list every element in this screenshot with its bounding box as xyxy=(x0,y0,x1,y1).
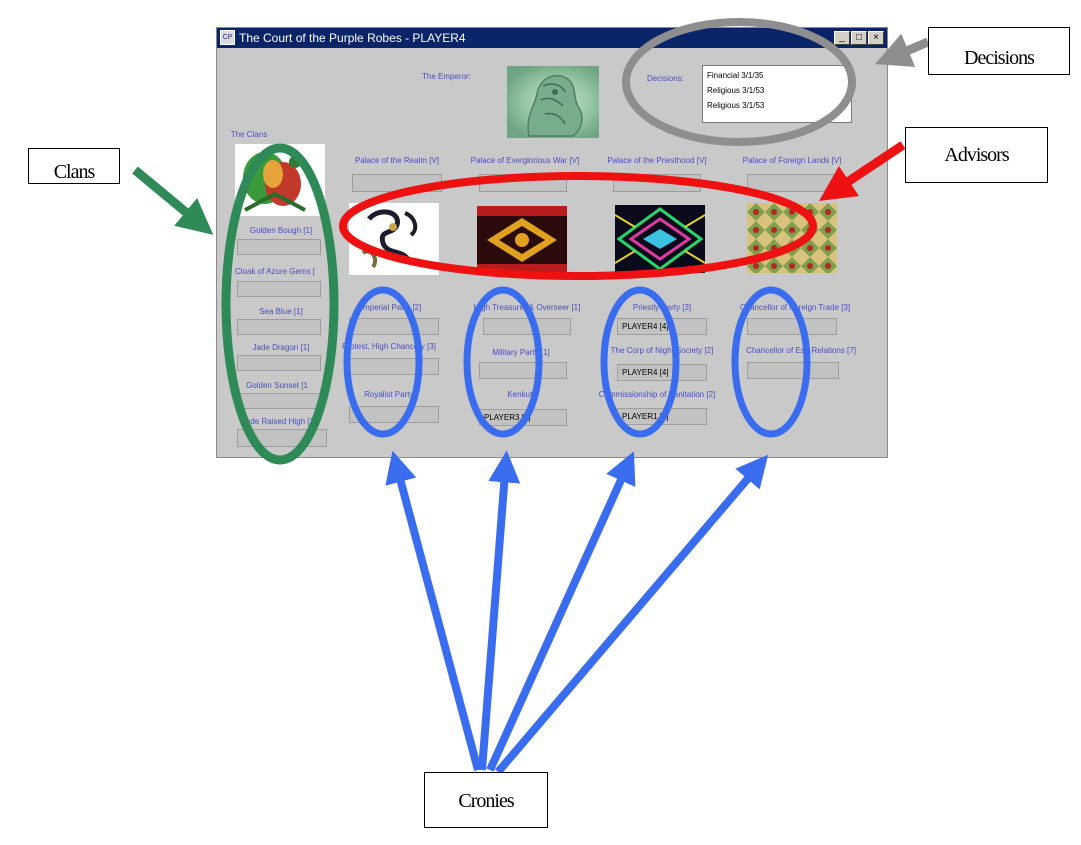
crony-label: High Treasurer & Overseer [1] xyxy=(473,303,581,312)
clan-label: Jade Raised High [1] xyxy=(241,417,317,426)
minimize-button[interactable]: _ xyxy=(834,31,850,45)
palace-field[interactable] xyxy=(747,174,835,192)
palace-label: Palace of the Realm [V] xyxy=(354,156,440,165)
crony-field[interactable]: PLAYER4 [4] xyxy=(617,318,707,335)
app-icon: CP xyxy=(220,30,235,45)
clan-label: Golden Bough [1] xyxy=(249,226,313,235)
cronies-arrow xyxy=(385,450,482,772)
palace-field[interactable] xyxy=(479,174,567,192)
title-bar[interactable]: CP The Court of the Purple Robes - PLAYE… xyxy=(217,28,887,48)
clan-field[interactable] xyxy=(237,429,327,447)
clan-emblem xyxy=(235,144,325,216)
clan-field[interactable] xyxy=(237,281,321,297)
crony-field[interactable] xyxy=(479,362,567,379)
crony-field[interactable]: PLAYER1 [1] xyxy=(617,408,707,425)
decision-item[interactable]: Religious 3/1/53 xyxy=(703,83,851,98)
cronies-arrow xyxy=(486,451,636,772)
crony-field[interactable] xyxy=(349,358,439,375)
crony-field[interactable]: PLAYER4 [4] xyxy=(617,364,707,381)
decision-item[interactable]: Religious 3/1/53 xyxy=(703,98,851,113)
decisions-arrow xyxy=(875,33,930,67)
crony-field[interactable] xyxy=(349,406,439,423)
crony-label: Chancellor of Est. Relations [7] xyxy=(746,346,856,355)
crony-label: Kenkutai xyxy=(507,390,539,399)
crony-label: Chancellor of Foreign Trade [3] xyxy=(739,303,851,312)
clan-field[interactable] xyxy=(237,319,321,335)
clan-label: Golden Sunset [1 xyxy=(246,381,308,390)
crony-field[interactable] xyxy=(747,318,837,335)
advisor-portrait[interactable] xyxy=(747,203,837,273)
clan-field[interactable] xyxy=(237,239,321,255)
app-window: CP The Court of the Purple Robes - PLAYE… xyxy=(216,27,888,458)
palace-label: Palace of Everglorious War [V] xyxy=(470,156,580,165)
cronies-callout: Cronies xyxy=(424,772,548,828)
clan-label: Cloak of Azure Gems [ xyxy=(234,267,316,276)
maximize-button[interactable]: □ xyxy=(851,31,867,45)
palace-label: Palace of Foreign Lands [V] xyxy=(742,156,842,165)
palace-field[interactable] xyxy=(613,174,701,192)
close-button[interactable]: × xyxy=(868,31,884,45)
advisor-portrait[interactable] xyxy=(349,203,439,275)
clans-heading: The Clans xyxy=(230,130,268,139)
clans-arrow xyxy=(132,166,214,235)
crony-label: Military Party [1] xyxy=(492,348,550,357)
clan-field[interactable] xyxy=(237,355,321,371)
crony-field[interactable] xyxy=(483,318,571,335)
palace-field[interactable] xyxy=(352,174,442,192)
cronies-arrow xyxy=(478,450,521,771)
decision-item[interactable]: Financial 3/1/35 xyxy=(703,68,851,83)
crony-field[interactable] xyxy=(349,318,439,335)
crony-label: Commissionship of Sanitation [2] xyxy=(598,390,716,399)
crony-label: Imperial Party [2] xyxy=(360,303,422,312)
clan-label: Sea Blue [1] xyxy=(259,307,303,316)
decisions-label: Decisions: xyxy=(647,74,684,83)
crony-label: The Corp of Night Society [2] xyxy=(610,346,714,355)
clan-field[interactable] xyxy=(237,393,321,409)
advisors-callout: Advisors xyxy=(905,127,1048,183)
decisions-callout: Decisions xyxy=(928,27,1070,75)
cronies-arrow xyxy=(494,454,769,775)
palace-label: Palace of the Priesthood [V] xyxy=(607,156,707,165)
emperor-label: The Emperor: xyxy=(422,72,471,81)
emperor-portrait xyxy=(507,66,599,138)
clan-label: Jade Dragon [1] xyxy=(252,343,310,352)
advisor-portrait[interactable] xyxy=(477,206,567,274)
window-title: The Court of the Purple Robes - PLAYER4 xyxy=(239,31,466,45)
clans-callout: Clans xyxy=(28,148,120,184)
advisor-portrait[interactable] xyxy=(615,205,705,273)
crony-field[interactable] xyxy=(747,362,839,379)
crony-label: Protest, High Chancery [3] xyxy=(342,342,436,351)
crony-label: Royalist Party [ xyxy=(364,390,418,399)
crony-label: Priestly Party [3] xyxy=(632,303,692,312)
crony-field[interactable]: PLAYER3 [4] xyxy=(479,409,567,426)
decisions-list[interactable]: Financial 3/1/35 Religious 3/1/53 Religi… xyxy=(702,65,852,123)
